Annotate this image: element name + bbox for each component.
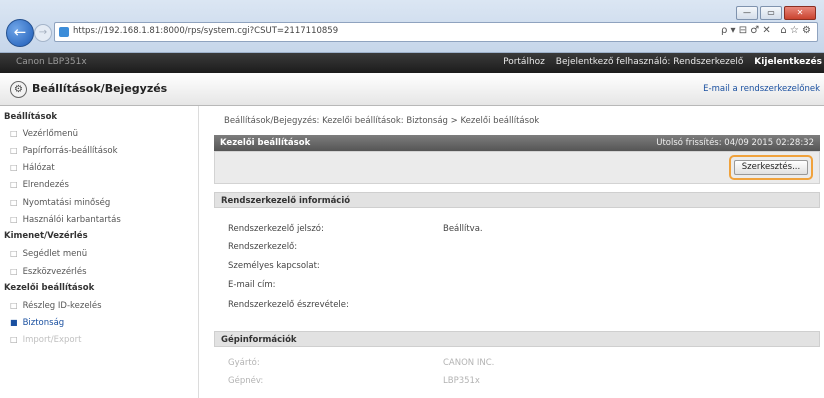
- main-content: Beállítások/Bejegyzés: Kezelői beállítás…: [214, 106, 820, 398]
- info-label: E-mail cím:: [228, 280, 276, 290]
- sidebar-section-management[interactable]: Kezelői beállítások: [0, 281, 198, 296]
- panel-header: Kezelői beállítások Utolsó frissítés: 04…: [214, 135, 820, 151]
- portal-link[interactable]: Portálhoz: [503, 57, 545, 67]
- maximize-button[interactable]: ▭: [760, 6, 782, 20]
- bullet-icon: □: [10, 163, 18, 172]
- sidebar-item-label: Elrendezés: [22, 180, 69, 190]
- info-value: LBP351x: [443, 376, 480, 386]
- panel-toolbar: Szerkesztés...: [214, 151, 820, 184]
- sidebar-item-import-export[interactable]: □ Import/Export: [0, 332, 198, 347]
- page-title: Beállítások/Bejegyzés: [32, 82, 168, 95]
- bullet-icon: □: [10, 301, 18, 310]
- sidebar-item-label: Vezérlőmenü: [22, 129, 78, 139]
- info-label: Gyártó:: [228, 358, 260, 368]
- site-icon: [59, 27, 69, 37]
- info-label: Gépnév:: [228, 376, 264, 386]
- sidebar-section-output-control[interactable]: Kimenet/Vezérlés: [0, 229, 198, 244]
- breadcrumb: Beállítások/Bejegyzés: Kezelői beállítás…: [224, 116, 540, 126]
- sidebar-item-label: Segédlet menü: [22, 249, 88, 259]
- sidebar: Beállítások □ Vezérlőmenü □ Papírforrás-be…: [0, 106, 199, 398]
- bullet-icon: □: [10, 129, 18, 138]
- device-info-header: Gépinformációk: [214, 331, 820, 347]
- top-links: Portálhoz Bejelentkező felhasználó: Rend…: [495, 57, 822, 67]
- info-row-email: E-mail cím:: [228, 278, 276, 293]
- forward-arrow-icon[interactable]: →: [34, 24, 52, 42]
- bullet-icon: □: [10, 335, 18, 344]
- admin-info-header: Rendszerkezelő információ: [214, 192, 820, 208]
- logged-user: Bejelentkező felhasználó: Rendszerkezelő: [555, 57, 744, 67]
- bullet-icon: □: [10, 146, 18, 155]
- page-header: ⚙ Beállítások/Bejegyzés E-mail a rendsze…: [0, 73, 824, 106]
- window-controls: — ▭ ✕: [736, 6, 816, 20]
- sidebar-item-layout[interactable]: □ Elrendezés: [0, 177, 198, 192]
- last-modified: Utolsó frissítés: 04/09 2015 02:28:32: [656, 138, 814, 148]
- settings-icon: ⚙: [10, 81, 27, 98]
- sidebar-item-control-menu[interactable]: □ Vezérlőmenü: [0, 126, 198, 141]
- logout-link[interactable]: Kijelentkezés: [754, 57, 822, 67]
- sidebar-item-label: Papírforrás-beállítások: [22, 146, 118, 156]
- info-label: Rendszerkezelő:: [228, 242, 298, 252]
- edit-button[interactable]: Szerkesztés...: [734, 160, 808, 175]
- bullet-active-icon: ■: [10, 318, 18, 327]
- sidebar-item-print-quality[interactable]: □ Nyomtatási minőség: [0, 195, 198, 210]
- info-label: Rendszerkezelő észrevétele:: [228, 300, 349, 310]
- sidebar-item-utility-menu[interactable]: □ Segédlet menü: [0, 246, 198, 261]
- sidebar-item-label: Eszközvezérlés: [22, 267, 87, 277]
- bullet-icon: □: [10, 267, 18, 276]
- bullet-icon: □: [10, 215, 18, 224]
- panel-title: Kezelői beállítások: [220, 138, 311, 148]
- home-star-gear-icons[interactable]: ⌂ ☆ ⚙: [780, 25, 811, 36]
- sidebar-item-network[interactable]: □ Hálózat: [0, 160, 198, 175]
- address-bar[interactable]: https://192.168.1.81:8000/rps/system.cgi…: [54, 22, 818, 42]
- bullet-icon: □: [10, 198, 18, 207]
- sidebar-item-label: Import/Export: [22, 335, 82, 345]
- sidebar-section-settings[interactable]: Beállítások: [0, 110, 198, 125]
- info-value: Beállítva.: [443, 224, 483, 234]
- sidebar-item-label: Használói karbantartás: [22, 215, 121, 225]
- info-value: CANON INC.: [443, 358, 495, 368]
- close-window-button[interactable]: ✕: [784, 6, 816, 20]
- device-name: Canon LBP351x: [16, 57, 87, 67]
- info-row-admin-name: Rendszerkezelő:: [228, 240, 297, 255]
- sidebar-item-device-control[interactable]: □ Eszközvezérlés: [0, 264, 198, 279]
- sidebar-item-security[interactable]: ■ Biztonság: [0, 315, 198, 330]
- info-label: Rendszerkezelő jelszó:: [228, 224, 324, 234]
- sidebar-item-label: Biztonság: [22, 318, 65, 328]
- info-row-manufacturer: Gyártó: CANON INC.: [228, 356, 494, 371]
- mail-admin-link[interactable]: E-mail a rendszerkezelőnek: [703, 84, 820, 94]
- info-row-device-name: Gépnév: LBP351x: [228, 374, 480, 389]
- info-row-contact: Személyes kapcsolat:: [228, 259, 320, 274]
- highlight-ring: Szerkesztés...: [729, 155, 813, 180]
- browser-chrome: — ▭ ✕ ← → https://192.168.1.81:8000/rps/…: [0, 0, 824, 53]
- search-refresh-icons[interactable]: ρ ▾ ⊟ ♂ ✕: [721, 25, 771, 36]
- bullet-icon: □: [10, 249, 18, 258]
- address-url[interactable]: https://192.168.1.81:8000/rps/system.cgi…: [73, 26, 338, 36]
- info-row-admin-password: Rendszerkezelő jelszó: Beállítva.: [228, 222, 483, 237]
- sidebar-item-label: Részleg ID-kezelés: [22, 301, 102, 311]
- sidebar-item-maintenance[interactable]: □ Használói karbantartás: [0, 212, 198, 227]
- sidebar-item-label: Nyomtatási minőség: [22, 198, 111, 208]
- address-tools[interactable]: ρ ▾ ⊟ ♂ ✕ ⌂ ☆ ⚙: [721, 25, 811, 36]
- sidebar-item-dept-id[interactable]: □ Részleg ID-kezelés: [0, 298, 198, 313]
- sidebar-item-label: Hálózat: [22, 163, 55, 173]
- sidebar-item-paper-source[interactable]: □ Papírforrás-beállítások: [0, 143, 198, 158]
- back-arrow-icon[interactable]: ←: [6, 19, 34, 47]
- bullet-icon: □: [10, 180, 18, 189]
- info-label: Személyes kapcsolat:: [228, 261, 320, 271]
- minimize-button[interactable]: —: [736, 6, 758, 20]
- info-row-admin-comment: Rendszerkezelő észrevétele:: [228, 298, 349, 313]
- top-navigation-bar: Canon LBP351x Portálhoz Bejelentkező fel…: [0, 53, 824, 73]
